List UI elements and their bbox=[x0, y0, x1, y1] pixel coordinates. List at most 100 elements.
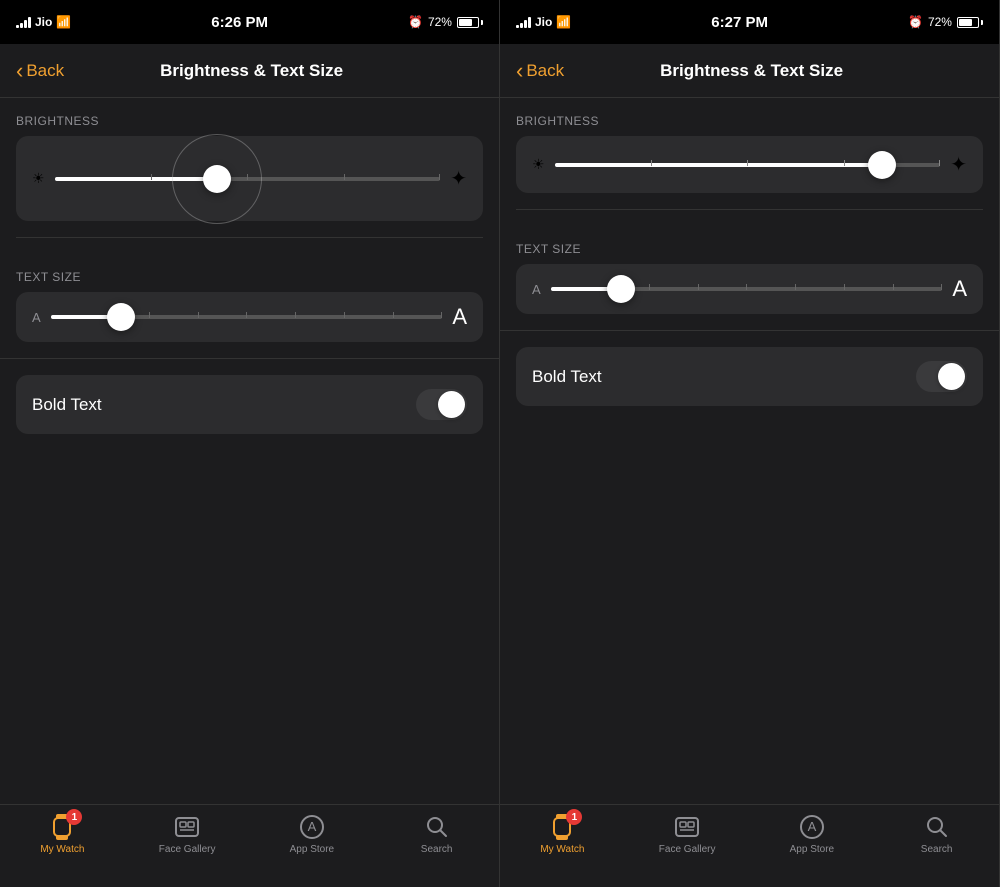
brightness-track-r[interactable] bbox=[555, 163, 941, 167]
tab-search-label-r: Search bbox=[921, 844, 953, 855]
tab-face-gallery-label-r: Face Gallery bbox=[659, 844, 716, 855]
tab-app-store-label: App Store bbox=[290, 844, 334, 855]
watch-badge: 1 bbox=[66, 809, 82, 825]
tab-search[interactable]: Search bbox=[374, 813, 499, 855]
tab-bar-right: 1 My Watch Face Gallery A bbox=[500, 804, 999, 887]
page-title: Brightness & Text Size bbox=[80, 61, 423, 81]
text-size-label-r: TEXT SIZE bbox=[516, 242, 983, 256]
my-watch-icon-r: 1 bbox=[548, 813, 576, 841]
brightness-section-r: BRIGHTNESS ☀ ✦ bbox=[500, 98, 999, 193]
carrier-label: Jio bbox=[35, 15, 52, 29]
app-store-icon-r: A bbox=[798, 813, 826, 841]
bold-text-label-r: Bold Text bbox=[532, 367, 602, 387]
tab-my-watch-r[interactable]: 1 My Watch bbox=[500, 813, 625, 855]
tab-bar-left: 1 My Watch Face Gallery A bbox=[0, 804, 499, 887]
text-a-large-icon-r: A bbox=[952, 276, 967, 302]
time-display-r: 6:27 PM bbox=[711, 14, 768, 31]
text-size-slider-row-r: A A bbox=[516, 264, 983, 314]
tab-my-watch-label: My Watch bbox=[40, 844, 84, 855]
alarm-icon: ⏰ bbox=[408, 15, 423, 29]
status-left-r: Jio 📶 bbox=[516, 15, 571, 29]
text-a-small-icon: A bbox=[32, 310, 41, 325]
face-gallery-icon-r bbox=[673, 813, 701, 841]
content-right: BRIGHTNESS ☀ ✦ TEXT SIZ bbox=[500, 98, 999, 804]
back-label-r: Back bbox=[526, 61, 564, 81]
brightness-label: BRIGHTNESS bbox=[16, 114, 483, 128]
signal-icon bbox=[16, 16, 31, 28]
back-chevron-icon: ‹ bbox=[16, 60, 23, 82]
tab-my-watch[interactable]: 1 My Watch bbox=[0, 813, 125, 855]
text-a-small-icon-r: A bbox=[532, 282, 541, 297]
bold-text-toggle-r[interactable] bbox=[916, 361, 967, 392]
tab-search-label: Search bbox=[421, 844, 453, 855]
text-size-label: TEXT SIZE bbox=[16, 270, 483, 284]
text-size-section-r: TEXT SIZE A A bbox=[500, 226, 999, 314]
text-size-track-r[interactable] bbox=[551, 287, 943, 291]
signal-icon-r bbox=[516, 16, 531, 28]
toggle-knob bbox=[438, 391, 465, 418]
divider-1 bbox=[16, 237, 483, 238]
toggle-knob-r bbox=[938, 363, 965, 390]
back-button-r[interactable]: ‹ Back bbox=[516, 60, 564, 82]
nav-bar-right: ‹ Back Brightness & Text Size bbox=[500, 44, 999, 98]
bold-text-row-r: Bold Text bbox=[516, 347, 983, 406]
tab-face-gallery-label: Face Gallery bbox=[159, 844, 216, 855]
wifi-icon-r: 📶 bbox=[556, 15, 571, 29]
my-watch-icon: 1 bbox=[48, 813, 76, 841]
tab-my-watch-label-r: My Watch bbox=[540, 844, 584, 855]
battery-icon-r bbox=[957, 17, 983, 28]
alarm-icon-r: ⏰ bbox=[908, 15, 923, 29]
status-right-r: ⏰ 72% bbox=[908, 15, 983, 29]
search-tab-icon bbox=[423, 813, 451, 841]
back-button[interactable]: ‹ Back bbox=[16, 60, 64, 82]
right-panel: Jio 📶 6:27 PM ⏰ 72% ‹ Back Brightness & … bbox=[500, 0, 1000, 887]
text-a-large-icon: A bbox=[452, 304, 467, 330]
divider-2 bbox=[0, 358, 499, 359]
tab-app-store-r[interactable]: A App Store bbox=[750, 813, 875, 855]
brightness-slider-row-r: ☀ ✦ bbox=[516, 136, 983, 193]
brightness-slider-row: ☀ ✦ bbox=[16, 136, 483, 221]
back-chevron-icon-r: ‹ bbox=[516, 60, 523, 82]
tab-face-gallery-r[interactable]: Face Gallery bbox=[625, 813, 750, 855]
back-label: Back bbox=[26, 61, 64, 81]
wifi-icon: 📶 bbox=[56, 15, 71, 29]
content-left: BRIGHTNESS ☀ ✦ bbox=[0, 98, 499, 804]
brightness-max-icon-r: ✦ bbox=[950, 152, 967, 177]
brightness-label-r: BRIGHTNESS bbox=[516, 114, 983, 128]
svg-text:A: A bbox=[808, 819, 817, 834]
watch-badge-r: 1 bbox=[566, 809, 582, 825]
svg-text:A: A bbox=[308, 819, 317, 834]
bold-text-toggle[interactable] bbox=[416, 389, 467, 420]
bold-text-row: Bold Text bbox=[16, 375, 483, 434]
battery-pct-r: 72% bbox=[928, 15, 952, 29]
bold-text-label: Bold Text bbox=[32, 395, 102, 415]
face-gallery-icon bbox=[173, 813, 201, 841]
brightness-min-icon: ☀ bbox=[32, 170, 45, 187]
brightness-min-icon-r: ☀ bbox=[532, 156, 545, 173]
search-tab-icon-r bbox=[923, 813, 951, 841]
text-size-slider-row: A A bbox=[16, 292, 483, 342]
left-panel: Jio 📶 6:26 PM ⏰ 72% ‹ Back Brightness & … bbox=[0, 0, 500, 887]
text-size-track[interactable] bbox=[51, 315, 443, 319]
divider-2-r bbox=[500, 330, 999, 331]
battery-pct: 72% bbox=[428, 15, 452, 29]
brightness-max-icon: ✦ bbox=[450, 166, 467, 191]
tab-search-r[interactable]: Search bbox=[874, 813, 999, 855]
app-store-icon: A bbox=[298, 813, 326, 841]
time-display: 6:26 PM bbox=[211, 14, 268, 31]
nav-bar-left: ‹ Back Brightness & Text Size bbox=[0, 44, 499, 98]
tab-face-gallery[interactable]: Face Gallery bbox=[125, 813, 250, 855]
brightness-track[interactable] bbox=[55, 177, 441, 181]
status-bar-left: Jio 📶 6:26 PM ⏰ 72% bbox=[0, 0, 499, 44]
tab-app-store[interactable]: A App Store bbox=[250, 813, 375, 855]
brightness-section: BRIGHTNESS ☀ ✦ bbox=[0, 98, 499, 221]
divider-1-r bbox=[516, 209, 983, 210]
status-right: ⏰ 72% bbox=[408, 15, 483, 29]
tab-app-store-label-r: App Store bbox=[790, 844, 834, 855]
text-size-section: TEXT SIZE A A bbox=[0, 254, 499, 342]
carrier-label-r: Jio bbox=[535, 15, 552, 29]
status-bar-right: Jio 📶 6:27 PM ⏰ 72% bbox=[500, 0, 999, 44]
battery-icon bbox=[457, 17, 483, 28]
status-left: Jio 📶 bbox=[16, 15, 71, 29]
page-title-r: Brightness & Text Size bbox=[580, 61, 923, 81]
